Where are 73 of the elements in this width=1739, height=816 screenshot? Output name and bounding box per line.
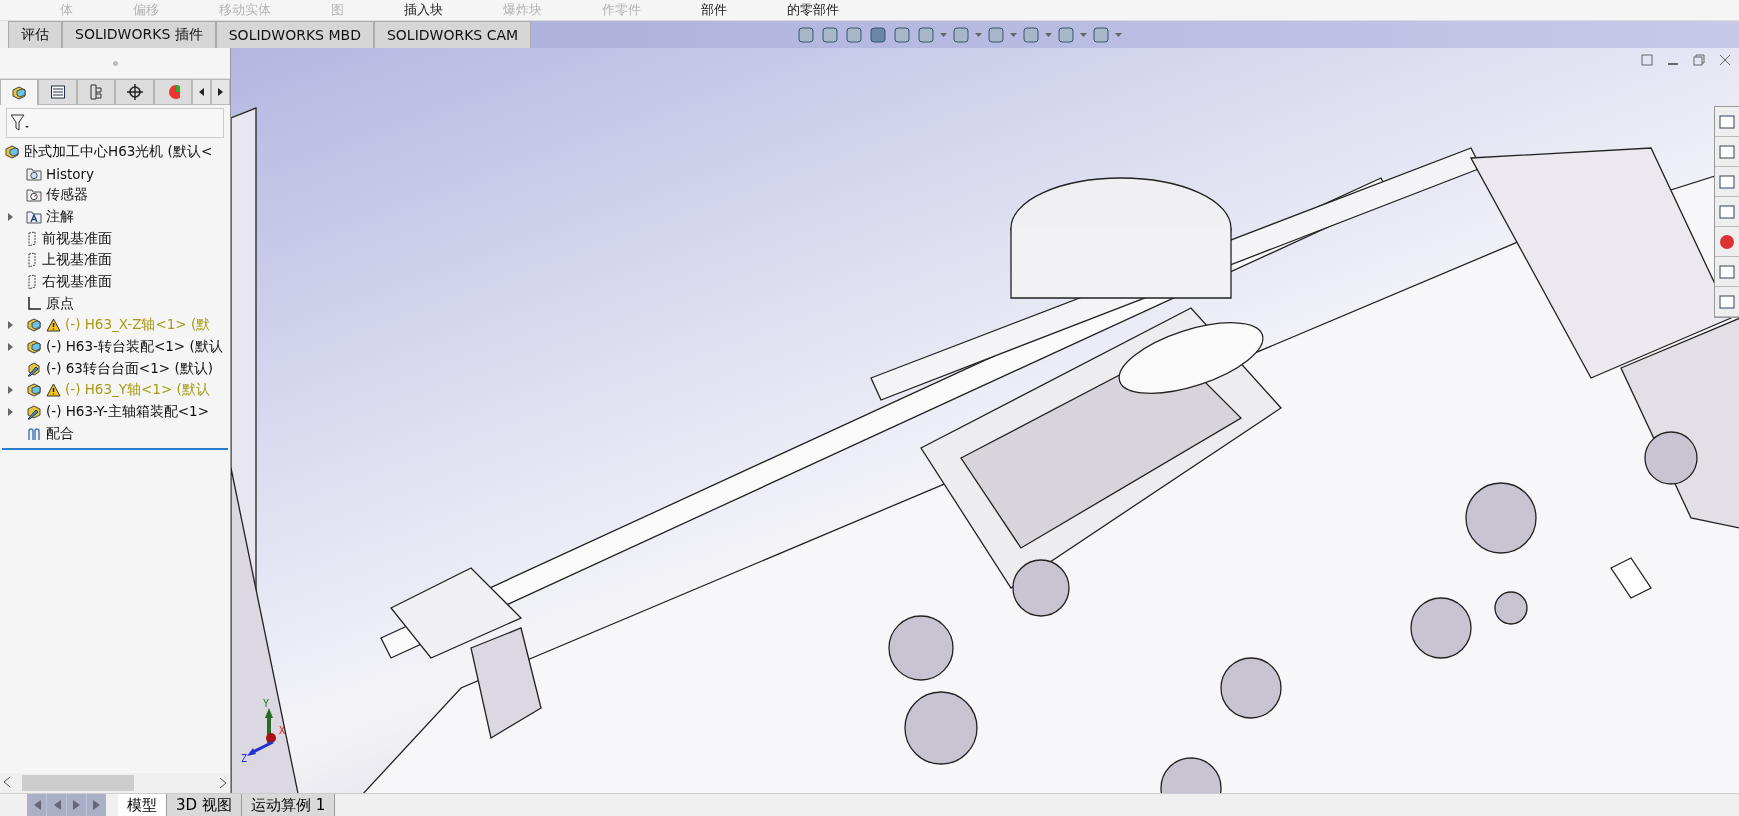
tree-item[interactable]: 上视基准面 <box>0 249 230 272</box>
annotation-folder-icon <box>26 209 42 224</box>
color-sphere-icon[interactable] <box>1718 232 1736 251</box>
bottom-tab[interactable]: 模型 <box>118 794 167 816</box>
configuration-manager-icon <box>89 84 104 100</box>
crosshair-icon <box>126 84 143 100</box>
dropdown-caret-icon[interactable] <box>940 32 948 37</box>
expand-arrow-icon[interactable] <box>7 408 13 417</box>
horizontal-scrollbar[interactable] <box>0 773 230 793</box>
next-tab-button[interactable] <box>67 794 86 816</box>
command-tab[interactable]: SOLIDWORKS CAM <box>373 21 532 48</box>
toolbar-label[interactable]: 部件 <box>701 2 727 18</box>
command-tab[interactable]: 评估 <box>8 21 62 48</box>
assembly-icon <box>26 317 42 334</box>
dropdown-caret-icon[interactable] <box>1115 32 1123 37</box>
left-chevron-icon[interactable] <box>4 777 10 787</box>
scroll-left-button[interactable] <box>192 79 212 105</box>
tree-item[interactable]: (-) H63-Y-主轴箱装配<1> <box>0 401 230 423</box>
bottom-tab[interactable]: 运动算例 1 <box>241 794 336 816</box>
mates-icon <box>26 425 42 442</box>
prev-tab-button[interactable] <box>47 794 66 816</box>
dropdown-caret-icon[interactable] <box>1080 32 1088 37</box>
last-tab-button[interactable] <box>87 794 106 816</box>
manager-tab[interactable] <box>115 79 154 105</box>
tree-item[interactable]: 注解 <box>0 206 230 228</box>
window-restore-icon[interactable] <box>1641 54 1653 66</box>
expand-arrow-icon[interactable] <box>7 321 13 330</box>
property-manager-icon <box>49 84 66 100</box>
close-icon[interactable] <box>1719 54 1731 66</box>
dropdown-caret-icon[interactable] <box>975 32 983 37</box>
axis-triad-drawing: Y X Z <box>239 698 289 763</box>
dropdown-caret-icon[interactable] <box>1010 32 1018 37</box>
history-folder-icon <box>26 166 42 181</box>
plane-icon <box>26 230 38 247</box>
left-arrow-icon[interactable] <box>199 88 205 96</box>
command-tab[interactable]: SOLIDWORKS MBD <box>215 21 374 48</box>
expand-arrow-icon[interactable] <box>7 212 13 221</box>
tree-item[interactable]: (-) H63-转台装配<1> (默认 <box>0 336 230 358</box>
sensor-folder-icon <box>26 188 42 203</box>
right-arrow-icon[interactable] <box>218 88 224 96</box>
filter-field[interactable] <box>6 108 224 138</box>
tree-item[interactable]: 传感器 <box>0 184 230 207</box>
command-tab[interactable]: SOLIDWORKS 插件 <box>62 21 216 48</box>
expand-arrow-icon[interactable] <box>7 386 13 395</box>
tree-item[interactable]: 原点 <box>0 292 230 315</box>
expand-arrow-icon[interactable] <box>7 343 13 352</box>
splitter-grip[interactable] <box>112 60 118 66</box>
bottom-tab[interactable]: 3D 视图 <box>167 794 242 816</box>
tree-item[interactable]: 前视基准面 <box>0 227 230 250</box>
right-chevron-icon[interactable] <box>220 778 226 788</box>
assembly-icon <box>26 339 42 356</box>
plane-icon <box>26 252 38 269</box>
assembly-icon <box>26 404 42 421</box>
feature-manager-icon <box>11 84 28 101</box>
first-tab-button[interactable] <box>27 794 46 816</box>
part-icon <box>26 360 42 377</box>
manager-tab[interactable] <box>38 79 77 105</box>
assembly-icon <box>26 382 42 399</box>
tree-item[interactable]: 卧式加工中心H63光机 (默认< <box>0 141 230 163</box>
toolbar-label[interactable]: 插入块 <box>404 2 443 18</box>
tree-item[interactable]: 右视基准面 <box>0 271 230 293</box>
maximize-icon[interactable] <box>1693 54 1705 66</box>
assembly-icon <box>4 143 20 160</box>
color-wheel-icon <box>166 84 181 100</box>
plane-icon <box>26 273 38 290</box>
scroll-right-button[interactable] <box>211 79 230 105</box>
tree-item[interactable]: (-) 63转台台面<1> (默认) <box>0 357 230 380</box>
origin-icon <box>26 295 42 312</box>
tree-item[interactable]: 配合 <box>0 422 230 445</box>
toolbar-label[interactable]: 的零部件 <box>787 2 839 18</box>
dropdown-caret-icon[interactable] <box>1045 32 1053 37</box>
tree-item[interactable]: History <box>0 162 230 185</box>
filter-icon[interactable] <box>10 114 30 132</box>
